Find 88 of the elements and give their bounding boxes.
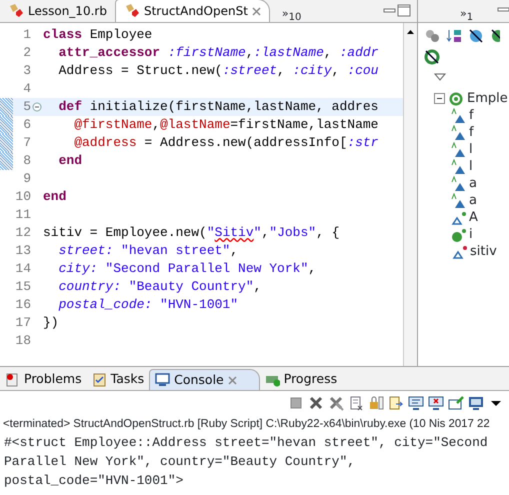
circles-icon[interactable] — [424, 28, 440, 44]
code-line: }) — [43, 314, 59, 332]
line-number: 16 — [14, 296, 31, 314]
console-icon — [155, 372, 170, 388]
code-line: Address = Struct.new(:street, :city, :cou — [58, 62, 378, 80]
code-line: sitiv = Employee.new("Sitiv","Jobs", { — [43, 224, 340, 242]
code-line: city: "Second Parallel New York", — [58, 260, 316, 278]
code-line: end — [43, 188, 66, 206]
document-arrow-icon[interactable] — [388, 395, 404, 411]
sort-icon[interactable] — [446, 28, 462, 44]
terminate-icon[interactable] — [288, 395, 304, 411]
line-number: 4 — [22, 80, 31, 98]
variable-icon — [451, 244, 467, 260]
code-line: end — [58, 152, 82, 170]
hide-fields-icon[interactable] — [468, 28, 484, 44]
monitor-icon[interactable] — [408, 395, 424, 411]
console-output-line: #<struct Employee::Address street="hevan street", city="Second — [3, 434, 489, 452]
attribute-icon — [450, 158, 466, 174]
outline-item[interactable]: sitiv — [470, 242, 497, 262]
outline-item[interactable]: a — [469, 174, 477, 194]
code-line: street: "hevan street", — [58, 242, 238, 260]
close-icon[interactable] — [228, 376, 237, 384]
outline-item[interactable]: i — [469, 224, 473, 244]
clear-console-icon[interactable] — [348, 395, 364, 411]
view-tab[interactable]: Tasks — [86, 369, 150, 390]
line-number: 13 — [14, 242, 31, 260]
hide-nonpublic-icon[interactable] — [424, 48, 440, 65]
outline-item[interactable]: f — [469, 122, 474, 142]
method-icon — [450, 226, 466, 242]
view-menu-icon[interactable] — [434, 72, 446, 81]
tasks-icon — [92, 372, 107, 388]
line-number: 12 — [14, 224, 31, 242]
ruby-file-icon — [124, 3, 140, 19]
outline-item[interactable]: l — [469, 156, 473, 176]
code-line: postal_code: "HVN-1001" — [58, 296, 238, 314]
editor-tab[interactable]: StructAndOpenSt — [114, 0, 270, 22]
attribute-icon — [450, 142, 466, 158]
attribute-icon — [450, 124, 466, 140]
class-icon — [448, 90, 464, 106]
console-status: <terminated> StructAndOpenStruct.rb [Ruby Script] C:\Ruby22-x64\bin\ruby.exe (10 Nis 2017 22 — [2, 417, 491, 432]
lock-icon[interactable] — [368, 395, 384, 411]
close-icon[interactable] — [252, 6, 261, 16]
attribute-icon — [450, 108, 466, 124]
console-output-line: Parallel New York", country="Beauty Country", — [3, 453, 356, 471]
line-number: 6 — [22, 116, 31, 134]
hide-static-icon[interactable] — [490, 28, 500, 44]
pin-icon[interactable] — [448, 395, 464, 411]
attribute-icon — [450, 192, 466, 208]
monitor-error-icon[interactable] — [428, 395, 444, 411]
ruby-file-icon — [8, 3, 24, 19]
remove-all-icon[interactable] — [328, 395, 344, 411]
constant-icon — [450, 210, 466, 226]
line-number: 1 — [22, 26, 31, 44]
line-number: 17 — [14, 314, 31, 332]
line-number: 14 — [14, 260, 31, 278]
code-line: @firstName,@lastName=firstName,lastName — [73, 116, 378, 134]
editor-tab[interactable]: Lesson_10.rb — [0, 0, 115, 22]
code-line: attr_accessor :firstName,:lastName, :addr — [58, 44, 379, 62]
line-number: 7 — [22, 134, 31, 152]
line-number: 15 — [14, 278, 31, 296]
line-number: 5 — [22, 98, 31, 116]
attribute-icon — [450, 176, 466, 192]
display-icon[interactable] — [468, 395, 484, 411]
maximize-icon[interactable] — [397, 4, 413, 18]
view-tab[interactable]: Console — [149, 369, 260, 390]
console-output-line: postal_code="HVN-1001"> — [3, 472, 184, 490]
problems-icon — [5, 372, 20, 388]
outline-item[interactable]: a — [469, 190, 477, 210]
view-tab[interactable]: Progress — [260, 369, 342, 390]
remove-icon[interactable] — [308, 395, 324, 411]
line-number: 9 — [22, 170, 31, 188]
code-line: @address = Address.new(addressInfo[:str — [73, 134, 378, 152]
line-number: 3 — [22, 62, 31, 80]
code-line: class Employee — [43, 26, 152, 44]
line-number: 8 — [22, 152, 31, 170]
collapse-icon[interactable] — [32, 102, 42, 112]
line-number: 2 — [22, 44, 31, 62]
outline-item[interactable]: A — [469, 208, 478, 228]
line-number: 10 — [14, 188, 31, 206]
code-line: def initialize(firstName,lastName, addres — [58, 98, 378, 116]
collapse-icon[interactable] — [434, 93, 445, 104]
line-number: 18 — [14, 332, 31, 350]
outline-item[interactable]: Emple — [467, 88, 508, 108]
outline-item[interactable]: l — [469, 140, 473, 160]
line-number: 11 — [14, 206, 31, 224]
view-tab[interactable]: Problems — [0, 369, 87, 390]
code-line: country: "Beauty Country", — [58, 278, 262, 296]
outline-item[interactable]: f — [469, 106, 474, 126]
